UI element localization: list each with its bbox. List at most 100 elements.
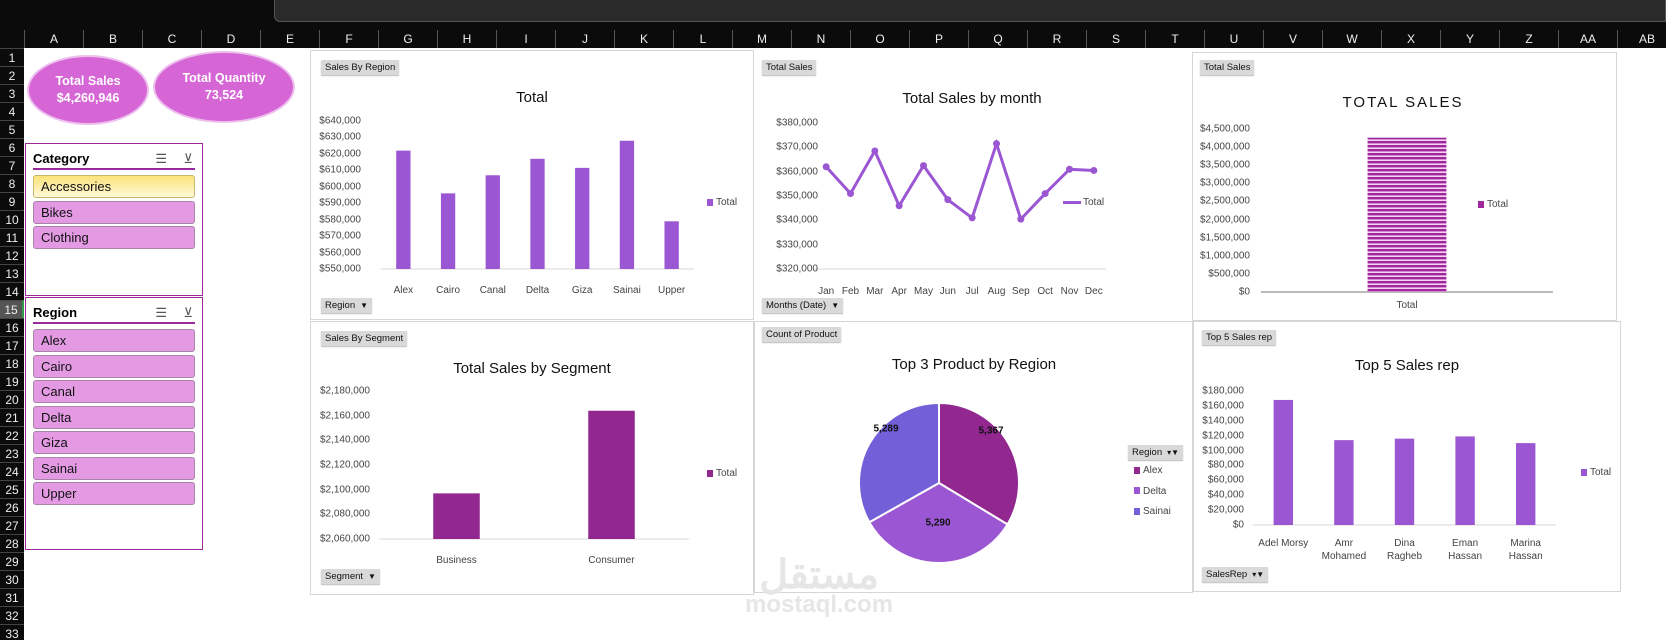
column-header-g[interactable]: G [378,30,437,48]
column-header-v[interactable]: V [1263,30,1322,48]
slicer-item-canal[interactable]: Canal [33,380,195,403]
row-header-32[interactable]: 32 [0,606,24,624]
row-header-6[interactable]: 6 [0,138,24,156]
column-header-d[interactable]: D [201,30,260,48]
row-header-14[interactable]: 14 [0,282,24,300]
row-header-18[interactable]: 18 [0,354,24,372]
sales-by-segment-chart[interactable]: Sales By Segment Total Sales by Segment Se… [310,321,754,595]
column-header-aa[interactable]: AA [1558,30,1617,48]
row-header-23[interactable]: 23 [0,444,24,462]
row-header-30[interactable]: 30 [0,570,24,588]
row-header-9[interactable]: 9 [0,192,24,210]
pie-data-label: 5,367 [978,425,1004,437]
clear-filter-icon[interactable]: ⊻ [183,302,193,324]
pie-data-label: 5,290 [925,517,951,529]
row-header-10[interactable]: 10 [0,210,24,228]
row-header-1[interactable]: 1 [0,48,24,66]
row-header-25[interactable]: 25 [0,480,24,498]
multi-select-icon[interactable]: ☰ [155,302,167,324]
chart-plot [858,401,1020,564]
row-header-28[interactable]: 28 [0,534,24,552]
formula-bar[interactable] [274,0,1666,22]
column-header-i[interactable]: I [496,30,555,48]
row-header-3[interactable]: 3 [0,84,24,102]
column-header-j[interactable]: J [555,30,614,48]
y-tick-label: $3,000,000 [1199,177,1250,189]
row-header-22[interactable]: 22 [0,426,24,444]
row-header-31[interactable]: 31 [0,588,24,606]
column-header-b[interactable]: B [83,30,142,48]
column-header-a[interactable]: A [24,30,83,48]
slicer-item-upper[interactable]: Upper [33,482,195,505]
row-header-11[interactable]: 11 [0,228,24,246]
column-header-q[interactable]: Q [968,30,1027,48]
column-header-o[interactable]: O [850,30,909,48]
row-header-33[interactable]: 33 [0,624,24,642]
column-header-x[interactable]: X [1381,30,1440,48]
column-header-r[interactable]: R [1027,30,1086,48]
legend-item-sainai[interactable]: Sainai [1134,506,1171,517]
column-header-n[interactable]: N [791,30,850,48]
row-header-26[interactable]: 26 [0,498,24,516]
column-header-s[interactable]: S [1086,30,1145,48]
legend-item-total[interactable]: Total [1063,197,1104,208]
column-header-w[interactable]: W [1322,30,1381,48]
y-tick-label: $140,000 [1202,415,1244,427]
column-header-z[interactable]: Z [1499,30,1558,48]
slicer-item-bikes[interactable]: Bikes [33,200,195,224]
sales-by-month-chart[interactable]: Total Sales Total Sales by month Months (D… [754,50,1192,320]
legend-item-total[interactable]: Total [1478,199,1508,210]
column-header-l[interactable]: L [673,30,732,48]
x-tick-label: Canal [479,285,506,296]
row-header-17[interactable]: 17 [0,336,24,354]
y-tick-label: $500,000 [1208,268,1250,280]
y-tick-label: $350,000 [776,190,818,202]
column-header-f[interactable]: F [319,30,378,48]
row-header-5[interactable]: 5 [0,120,24,138]
column-header-k[interactable]: K [614,30,673,48]
row-header-16[interactable]: 16 [0,318,24,336]
row-header-19[interactable]: 19 [0,372,24,390]
slicer-item-alex[interactable]: Alex [33,329,195,352]
column-header-e[interactable]: E [260,30,319,48]
row-header-4[interactable]: 4 [0,102,24,120]
column-header-ab[interactable]: AB [1617,30,1666,48]
row-header-13[interactable]: 13 [0,264,24,282]
row-header-15[interactable]: 15 [0,300,24,318]
sales-by-region-chart[interactable]: Sales By Region Total Region ▼ $550,000 $560,… [310,50,754,320]
legend-item-alex[interactable]: Alex [1134,465,1162,476]
row-header-12[interactable]: 12 [0,246,24,264]
row-header-29[interactable]: 29 [0,552,24,570]
row-header-21[interactable]: 21 [0,408,24,426]
row-header-27[interactable]: 27 [0,516,24,534]
total-sales-chart[interactable]: Total Sales TOTAL SALES $0 $500,000 $1,000,0… [1192,52,1617,321]
slicer-item-cairo[interactable]: Cairo [33,354,195,378]
slicer-item-clothing[interactable]: Clothing [33,226,195,249]
row-header-24[interactable]: 24 [0,462,24,480]
multi-select-icon[interactable]: ☰ [155,148,167,170]
column-header-t[interactable]: T [1145,30,1204,48]
clear-filter-icon[interactable]: ⊻ [183,148,193,170]
row-header-20[interactable]: 20 [0,390,24,408]
data-point-dec [1090,166,1098,174]
column-header-m[interactable]: M [732,30,791,48]
slicer-item-accessories[interactable]: Accessories [33,175,195,198]
column-header-y[interactable]: Y [1440,30,1499,48]
legend-label: Alex [1143,465,1163,476]
legend-item-total[interactable]: Total [707,468,737,479]
slicer-item-delta[interactable]: Delta [33,405,195,429]
x-tick-label: Sep [1011,286,1030,297]
row-header-8[interactable]: 8 [0,174,24,192]
column-header-h[interactable]: H [437,30,496,48]
legend-item-total[interactable]: Total [1581,467,1611,478]
legend-item-total[interactable]: Total [707,197,737,208]
top-sales-rep-chart[interactable]: Top 5 Sales rep Top 5 Sales rep SalesRep ▾▼… [1193,321,1621,592]
column-header-c[interactable]: C [142,30,201,48]
row-header-2[interactable]: 2 [0,66,24,84]
legend-item-delta[interactable]: Delta [1134,486,1166,497]
slicer-item-sainai[interactable]: Sainai [33,456,195,480]
column-header-p[interactable]: P [909,30,968,48]
slicer-item-giza[interactable]: Giza [33,431,195,454]
column-header-u[interactable]: U [1204,30,1263,48]
row-header-7[interactable]: 7 [0,156,24,174]
